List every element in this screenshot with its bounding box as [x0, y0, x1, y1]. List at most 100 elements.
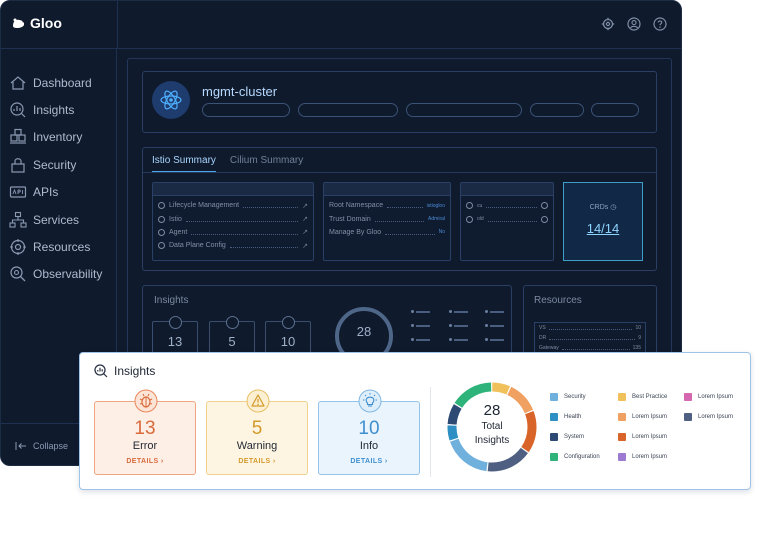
total-count: 28 [483, 402, 501, 419]
legend-swatch [684, 413, 692, 421]
help-icon[interactable] [653, 17, 667, 31]
summary-tabs: Istio Summary Cilium Summary [152, 155, 303, 172]
legend-item[interactable]: Lorem Ipsum [618, 413, 667, 421]
list-item[interactable]: cu [461, 199, 553, 212]
insights-icon [10, 102, 26, 118]
legend-swatch [550, 413, 558, 421]
row-label: old [477, 216, 484, 223]
cluster-header: mgmt-cluster [142, 71, 657, 133]
list-item[interactable]: Istio ↗ [153, 212, 313, 225]
error-count: 13 [134, 418, 156, 439]
legend-item[interactable]: Security [550, 393, 586, 401]
list-item[interactable]: Agent ↗ [153, 226, 313, 239]
external-link-icon[interactable]: ↗ [302, 228, 308, 236]
brand-logo[interactable]: Gloo [11, 15, 62, 31]
legend-item[interactable]: Configuration [550, 453, 600, 461]
dotted-leader [374, 218, 425, 222]
row-value: 135 [632, 345, 641, 351]
insight-card-warning[interactable]: 5 Warning DETAILS › [206, 389, 308, 475]
legend-swatch [618, 453, 626, 461]
legend-label: Configuration [564, 454, 600, 460]
top-icons [601, 17, 667, 31]
legend-item[interactable]: Lorem Ipsum [684, 393, 733, 401]
status-clock-icon [541, 215, 548, 223]
status-dot [466, 202, 473, 210]
lock-icon [11, 158, 25, 173]
sidebar-item-label: Security [33, 157, 77, 172]
dotted-leader [561, 347, 630, 350]
sidebar-item-services[interactable]: Services [9, 206, 102, 233]
warning-details-link[interactable]: DETAILS › [207, 458, 307, 465]
info-pill [530, 103, 584, 117]
sidebar-item-inventory[interactable]: Inventory [9, 124, 102, 151]
row-label: Gateway [539, 345, 559, 351]
card-header [153, 183, 313, 196]
arrow-left-icon [15, 441, 26, 450]
dotted-leader [487, 218, 537, 222]
dotted-leader [229, 244, 299, 249]
tab-istio-summary[interactable]: Istio Summary [152, 155, 216, 172]
legend-item[interactable]: Lorem Ipsum [618, 453, 667, 461]
brand-name: Gloo [30, 15, 62, 31]
external-link-icon[interactable]: ↗ [302, 202, 308, 210]
sidebar-item-label: Insights [33, 103, 75, 118]
crds-value[interactable]: 14/14 [564, 221, 642, 236]
insight-card-info[interactable]: 10 Info DETAILS › [318, 389, 420, 475]
crds-label: CRDs ◷ [564, 203, 642, 211]
list-item[interactable]: Data Plane Config ↗ [153, 239, 313, 252]
dotted-leader [548, 327, 633, 330]
status-dot [158, 242, 165, 250]
legend-swatch [618, 433, 626, 441]
status-dot [158, 202, 165, 210]
row-value: 9 [638, 335, 641, 341]
error-bug-icon [134, 389, 158, 413]
legend-label: Lorem Ipsum [698, 394, 734, 400]
legend-item[interactable]: System [550, 433, 584, 441]
crds-label-text: CRDs [589, 204, 609, 211]
vertical-divider [430, 387, 431, 477]
external-link-icon[interactable]: ↗ [302, 215, 308, 223]
sidebar-item-security[interactable]: Security [9, 151, 102, 178]
legend-item[interactable]: Health [550, 413, 581, 421]
legend-swatch [684, 393, 692, 401]
row-label: Root Namespace [329, 202, 384, 210]
revision-card: cu old [460, 182, 554, 261]
tab-cilium-summary[interactable]: Cilium Summary [230, 155, 303, 172]
cluster-name: mgmt-cluster [202, 84, 278, 99]
sidebar-item-insights[interactable]: Insights [9, 96, 102, 123]
sidebar-item-observability[interactable]: Observability [9, 261, 102, 288]
row-label: Istio [169, 215, 182, 223]
legend-item[interactable]: Lorem Ipsum [618, 433, 667, 441]
resources-icon [10, 239, 26, 256]
user-icon[interactable] [627, 17, 641, 31]
list-item[interactable]: DR 9 [535, 333, 645, 343]
sidebar-top-divider [117, 1, 118, 49]
atom-icon [160, 90, 182, 110]
list-item: Root Namespace istiogloo [324, 199, 450, 212]
list-item[interactable]: VS 10 [535, 323, 645, 333]
row-label: Lifecycle Management [169, 202, 240, 210]
dotted-leader [549, 337, 636, 340]
row-value: No [438, 229, 445, 236]
gear-icon[interactable] [601, 17, 615, 31]
list-item[interactable]: Lifecycle Management ↗ [153, 199, 313, 212]
insight-card-error[interactable]: 13 Error DETAILS › [94, 389, 196, 475]
sidebar-item-apis[interactable]: APIs [9, 179, 102, 206]
legend-item[interactable]: Lorem Ipsum [684, 413, 733, 421]
external-link-icon[interactable]: ↗ [302, 242, 308, 250]
list-item[interactable]: old [461, 212, 553, 225]
crds-card[interactable]: CRDs ◷ 14/14 [563, 182, 643, 261]
info-details-link[interactable]: DETAILS › [319, 458, 419, 465]
sidebar-item-resources[interactable]: Resources [9, 233, 102, 260]
row-label: Trust Domain [329, 215, 371, 223]
sidebar-item-label: Inventory [33, 130, 83, 145]
status-clock-icon [541, 202, 548, 210]
cluster-avatar [152, 81, 190, 119]
clock-icon: ◷ [610, 204, 617, 211]
insights-title: Insights [114, 364, 156, 378]
panel-title: Resources [534, 295, 582, 306]
legend-item[interactable]: Best Practice [618, 393, 667, 401]
legend-swatch [618, 393, 626, 401]
sidebar-item-dashboard[interactable]: Dashboard [9, 69, 102, 96]
error-details-link[interactable]: DETAILS › [95, 458, 195, 465]
